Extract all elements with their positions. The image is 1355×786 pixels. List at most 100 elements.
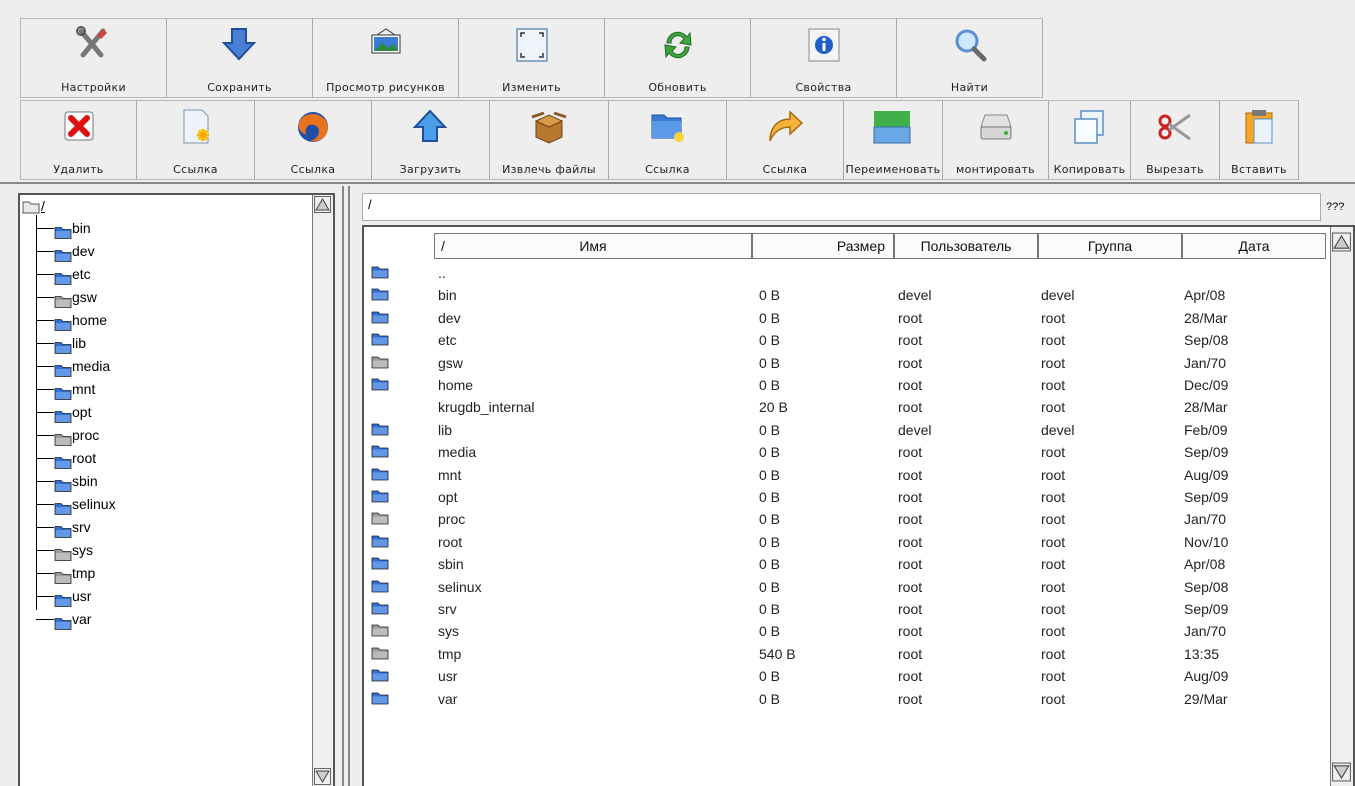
directory-tree[interactable]: / bin dev etc gsw home lib media mnt opt proc root… (18, 193, 335, 786)
tree-item-proc[interactable]: proc (20, 424, 315, 447)
toolbar-button-label: Загрузить (399, 163, 462, 176)
tree-item-var[interactable]: var (20, 608, 315, 631)
folder-icon (371, 624, 389, 637)
tree-item-lib[interactable]: lib (20, 332, 315, 355)
toolbar-button-paste[interactable]: Вставить (1220, 101, 1299, 180)
toolbar-button-scissors[interactable]: Вырезать (1131, 101, 1220, 180)
table-row[interactable]: bin 0 B devel devel Apr/08 (364, 284, 1324, 306)
toolbar-button-search[interactable]: Найти (897, 19, 1043, 98)
toolbar-button-image-view[interactable]: Просмотр рисунков (313, 19, 459, 98)
toolbar-button-copy[interactable]: Копировать (1049, 101, 1131, 180)
table-row[interactable]: srv 0 B root root Sep/09 (364, 598, 1324, 620)
cell-user: root (898, 556, 923, 573)
table-row[interactable]: root 0 B root root Nov/10 (364, 531, 1324, 553)
toolbar-button-tools[interactable]: Настройки (21, 19, 167, 98)
table-row[interactable]: gsw 0 B root root Jan/70 (364, 352, 1324, 374)
table-row[interactable]: .. (364, 262, 1324, 284)
toolbar-button-new-folder[interactable]: Ссылка (609, 101, 727, 180)
tree-item-dev[interactable]: dev (20, 240, 315, 263)
toolbar-button-mount-drive[interactable]: монтировать (943, 101, 1049, 180)
scroll-down-icon[interactable] (314, 768, 331, 785)
tree-item-selinux[interactable]: selinux (20, 493, 315, 516)
paste-icon (1245, 110, 1273, 144)
tree-folder (54, 612, 72, 634)
toolbar-button-forward-arrow[interactable]: Ссылка (727, 101, 844, 180)
tree-item-sbin[interactable]: sbin (20, 470, 315, 493)
column-header-group[interactable]: Группа (1038, 233, 1182, 259)
tree-item-bin[interactable]: bin (20, 217, 315, 240)
folder-icon (22, 201, 40, 214)
tree-item-opt[interactable]: opt (20, 401, 315, 424)
tree-item-home[interactable]: home (20, 309, 315, 332)
table-row[interactable]: selinux 0 B root root Sep/08 (364, 576, 1324, 598)
cell-group: root (1041, 511, 1066, 528)
path-go-button[interactable]: ??? (1326, 201, 1344, 213)
table-row[interactable]: etc 0 B root root Sep/08 (364, 329, 1324, 351)
toolbar-button-info[interactable]: Свойства (751, 19, 897, 98)
file-list[interactable]: / Имя Размер Пользователь Группа Дата ..… (362, 225, 1355, 786)
list-scrollbar[interactable] (1330, 227, 1353, 786)
table-row[interactable]: var 0 B root root 29/Mar (364, 688, 1324, 710)
toolbar-button-firefox[interactable]: Ссылка (255, 101, 372, 180)
toolbar-button-label: Вставить (1231, 163, 1287, 176)
toolbar-button-label: Ссылка (645, 163, 690, 176)
cell-name: bin (438, 287, 457, 304)
tree-scrollbar[interactable] (312, 195, 333, 786)
search-icon (955, 29, 986, 62)
refresh-icon (663, 31, 692, 59)
table-row[interactable]: sys 0 B root root Jan/70 (364, 620, 1324, 642)
column-header-name[interactable]: / Имя (434, 233, 752, 259)
scroll-down-icon[interactable] (1332, 759, 1351, 785)
tree-item-label: usr (72, 588, 92, 604)
table-row[interactable]: krugdb_internal 20 B root root 28/Mar (364, 396, 1324, 418)
table-row[interactable]: tmp 540 B root root 13:35 (364, 643, 1324, 665)
save-arrow-icon (221, 28, 256, 61)
table-row[interactable]: media 0 B root root Sep/09 (364, 441, 1324, 463)
toolbar-button-upload-arrow[interactable]: Загрузить (372, 101, 490, 180)
column-header-user[interactable]: Пользователь (894, 233, 1038, 259)
toolbar-button-save-arrow[interactable]: Сохранить (167, 19, 313, 98)
cell-size: 0 B (759, 421, 781, 438)
folder-icon (371, 512, 389, 525)
table-row[interactable]: mnt 0 B root root Aug/09 (364, 464, 1324, 486)
cell-name: root (438, 533, 463, 550)
cell-group: root (1041, 556, 1066, 573)
toolbar-button-refresh[interactable]: Обновить (605, 19, 751, 98)
toolbar-button-delete[interactable]: Удалить (21, 101, 137, 180)
table-row[interactable]: lib 0 B devel devel Feb/09 (364, 419, 1324, 441)
column-user-label: Пользователь (920, 238, 1012, 254)
tree-item-mnt[interactable]: mnt (20, 378, 315, 401)
tree-item-tmp[interactable]: tmp (20, 562, 315, 585)
pane-splitter-right[interactable] (348, 186, 350, 786)
toolbar-button-rename-windows[interactable]: Переименовать (844, 101, 943, 180)
toolbar-button-extract-box[interactable]: Извлечь файлы (490, 101, 609, 180)
toolbar-button-resize[interactable]: Изменить (459, 19, 605, 98)
path-input[interactable]: / (362, 193, 1321, 221)
tree-item-sys[interactable]: sys (20, 539, 315, 562)
scroll-up-icon[interactable] (314, 196, 331, 213)
tree-item-gsw[interactable]: gsw (20, 286, 315, 309)
tree-item-root[interactable]: root (20, 447, 315, 470)
pane-splitter-left[interactable] (342, 186, 344, 786)
table-row[interactable]: usr 0 B root root Aug/09 (364, 665, 1324, 687)
scroll-up-icon[interactable] (1332, 228, 1351, 256)
cell-size: 0 B (759, 533, 781, 550)
table-row[interactable]: proc 0 B root root Jan/70 (364, 508, 1324, 530)
tree-item-etc[interactable]: etc (20, 263, 315, 286)
column-header-date[interactable]: Дата (1182, 233, 1326, 259)
tree-item-srv[interactable]: srv (20, 516, 315, 539)
column-header-size[interactable]: Размер (752, 233, 894, 259)
table-row[interactable]: sbin 0 B root root Apr/08 (364, 553, 1324, 575)
table-row[interactable]: opt 0 B root root Sep/09 (364, 486, 1324, 508)
toolbar-button-new-file[interactable]: Ссылка (137, 101, 255, 180)
cell-group: root (1041, 578, 1066, 595)
new-folder-icon (651, 114, 684, 142)
table-row[interactable]: dev 0 B root root 28/Mar (364, 307, 1324, 329)
cell-group: root (1041, 377, 1066, 393)
tree-root-label: / (41, 198, 45, 214)
tree-item-usr[interactable]: usr (20, 585, 315, 608)
cell-group: root (1041, 309, 1066, 326)
tree-item-media[interactable]: media (20, 355, 315, 378)
cell-date: Apr/08 (1184, 556, 1226, 573)
table-row[interactable]: home 0 B root root Dec/09 (364, 374, 1324, 396)
